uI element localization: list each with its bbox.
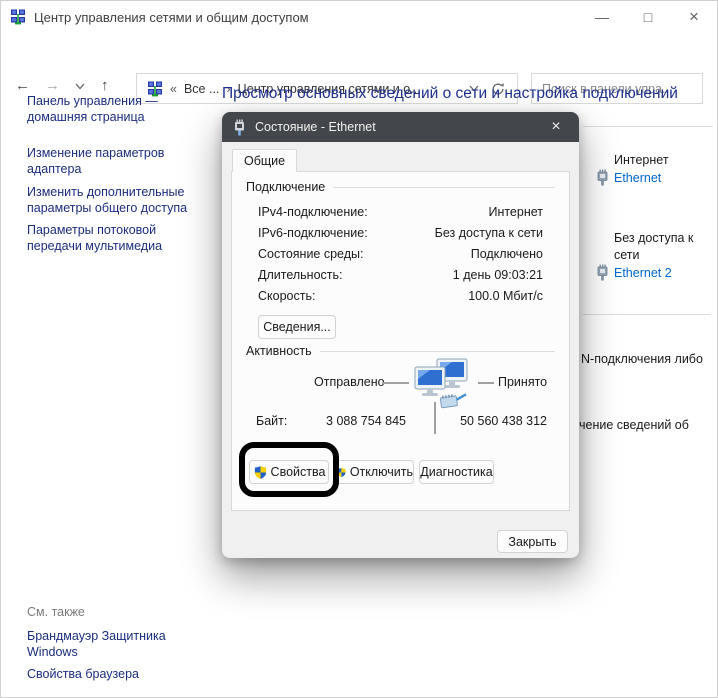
section-divider-top bbox=[583, 126, 713, 127]
sidebar-item-control-panel-home[interactable]: Панель управления — домашняя страница bbox=[27, 93, 212, 125]
section-divider-middle bbox=[583, 314, 711, 315]
ethernet-plug-icon bbox=[597, 264, 608, 281]
dialog-titlebar[interactable]: Состояние - Ethernet × bbox=[222, 112, 579, 142]
row-label: IPv4-подключение: bbox=[258, 205, 368, 219]
page-title: Просмотр основных сведений о сети и наст… bbox=[222, 85, 678, 102]
sidebar-item-browser-properties[interactable]: Свойства браузера bbox=[27, 666, 212, 682]
navigation-toolbar: ← → ↑ « Все ... › Центр управления сетям… bbox=[1, 33, 717, 104]
connection-row: IPv4-подключение: Интернет bbox=[258, 205, 543, 219]
activity-group-header: Активность bbox=[246, 344, 555, 358]
dialog-title: Состояние - Ethernet bbox=[255, 120, 376, 134]
connection-row: Состояние среды: Подключено bbox=[258, 247, 543, 261]
diagnose-button-label: Диагностика bbox=[420, 465, 493, 479]
sent-label: Отправлено bbox=[314, 375, 385, 389]
group-divider bbox=[333, 186, 555, 188]
history-chevron-icon[interactable] bbox=[75, 83, 85, 90]
properties-button-label: Свойства bbox=[270, 465, 326, 479]
row-label: Скорость: bbox=[258, 289, 316, 303]
sent-dash bbox=[382, 382, 409, 384]
row-label: IPv6-подключение: bbox=[258, 226, 368, 240]
sidebar-item-defender-firewall[interactable]: Брандмауэр Защитника Windows bbox=[27, 628, 212, 660]
group-divider bbox=[319, 350, 555, 352]
row-value: 100.0 Мбит/с bbox=[468, 289, 543, 303]
properties-button[interactable]: Свойства bbox=[249, 460, 329, 484]
dialog-close-button[interactable]: × bbox=[534, 112, 578, 142]
connection-group-header: Подключение bbox=[246, 180, 555, 194]
bytes-received-value: 50 560 438 312 bbox=[460, 414, 547, 428]
received-label: Принято bbox=[498, 375, 548, 389]
row-value: Интернет bbox=[488, 205, 543, 219]
uac-shield-icon bbox=[254, 465, 266, 479]
bytes-sent-value: 3 088 754 845 bbox=[326, 414, 406, 428]
partial-text-info: чение сведений об bbox=[579, 418, 689, 432]
network-status-label: Без доступа к сети bbox=[614, 231, 694, 262]
bytes-separator bbox=[434, 402, 436, 434]
partial-text-vpn: N-подключения либо bbox=[581, 352, 703, 366]
up-icon[interactable]: ↑ bbox=[101, 77, 109, 94]
network-sharing-center-window: Центр управления сетями и общим доступом… bbox=[0, 0, 718, 698]
row-value: Подключено bbox=[470, 247, 543, 261]
forward-icon[interactable]: → bbox=[45, 77, 60, 94]
computers-activity-icon bbox=[414, 358, 468, 409]
sidebar-item-adapter-settings[interactable]: Изменение параметров адаптера bbox=[27, 145, 212, 177]
diagnose-button[interactable]: Диагностика bbox=[419, 460, 494, 484]
details-button[interactable]: Сведения... bbox=[258, 315, 336, 339]
disable-button[interactable]: Отключить bbox=[335, 460, 414, 484]
connection-row: Длительность: 1 день 09:03:21 bbox=[258, 268, 543, 282]
ethernet-plug-icon bbox=[597, 169, 608, 186]
received-dash bbox=[478, 382, 494, 384]
network-status-label: Интернет bbox=[614, 153, 669, 167]
close-button[interactable]: × bbox=[671, 7, 717, 27]
connection-group-label: Подключение bbox=[246, 180, 326, 194]
bytes-label: Байт: bbox=[256, 414, 288, 428]
window-titlebar: Центр управления сетями и общим доступом… bbox=[1, 1, 717, 33]
connection-row: Скорость: 100.0 Мбит/с bbox=[258, 289, 543, 303]
ethernet2-link[interactable]: Ethernet 2 bbox=[614, 266, 672, 280]
dialog-tab-panel: Подключение IPv4-подключение: Интернет I… bbox=[231, 171, 570, 511]
ethernet-plug-icon bbox=[235, 119, 244, 135]
row-value: Без доступа к сети bbox=[434, 226, 543, 240]
activity-group-label: Активность bbox=[246, 344, 312, 358]
maximize-button[interactable]: □ bbox=[625, 9, 671, 25]
sidebar-item-sharing-settings[interactable]: Изменить дополнительные параметры общего… bbox=[27, 184, 212, 216]
back-icon[interactable]: ← bbox=[15, 77, 30, 94]
uac-shield-icon bbox=[337, 467, 346, 477]
close-dialog-button[interactable]: Закрыть bbox=[497, 530, 568, 553]
window-title: Центр управления сетями и общим доступом bbox=[34, 9, 309, 25]
ethernet-status-dialog: Состояние - Ethernet × Общие Подключение… bbox=[222, 112, 579, 558]
close-dialog-button-label: Закрыть bbox=[508, 534, 557, 549]
row-label: Длительность: bbox=[258, 268, 343, 282]
ethernet-link[interactable]: Ethernet bbox=[614, 171, 661, 185]
see-also-header: См. также bbox=[27, 605, 85, 619]
network-center-icon bbox=[11, 9, 25, 25]
sidebar-item-media-streaming[interactable]: Параметры потоковой передачи мультимедиа bbox=[27, 222, 212, 254]
tab-general[interactable]: Общие bbox=[232, 149, 298, 172]
disable-button-label: Отключить bbox=[349, 465, 413, 479]
connection-row: IPv6-подключение: Без доступа к сети bbox=[258, 226, 543, 240]
minimize-button[interactable]: — bbox=[579, 9, 625, 25]
row-value: 1 день 09:03:21 bbox=[452, 268, 543, 282]
window-controls: — □ × bbox=[579, 1, 717, 33]
row-label: Состояние среды: bbox=[258, 247, 364, 261]
